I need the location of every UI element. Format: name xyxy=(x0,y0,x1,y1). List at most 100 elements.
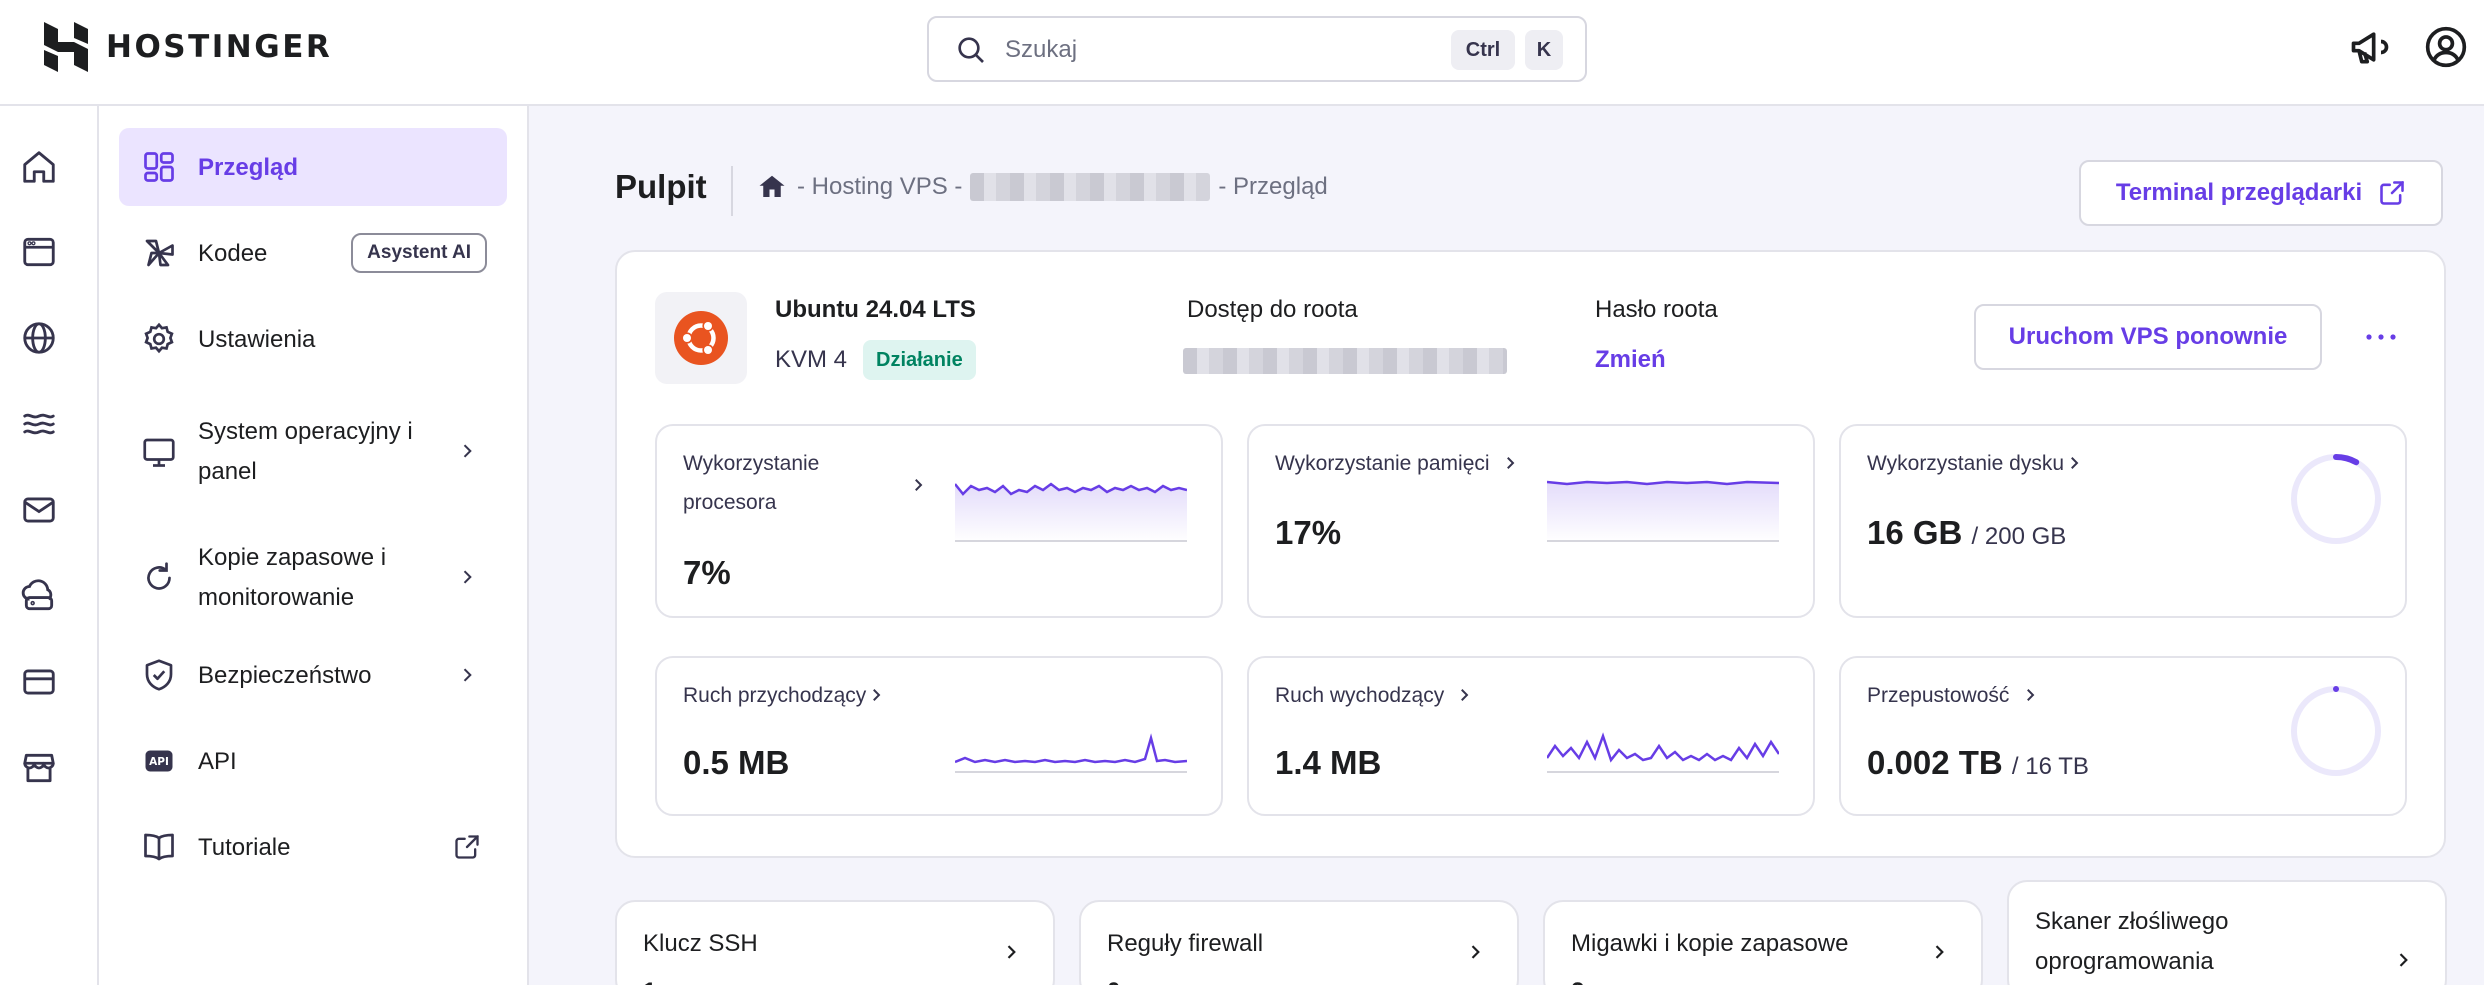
disk-usage-tile[interactable]: Wykorzystanie dysku 16 GB / 200 GB xyxy=(1839,424,2407,618)
refresh-icon xyxy=(147,562,171,590)
breadcrumb: - Hosting VPS - - Przegląd xyxy=(757,172,1328,202)
memory-usage-tile[interactable]: Wykorzystanie pamięci 17% xyxy=(1247,424,1815,618)
change-password-link[interactable]: Zmień xyxy=(1595,346,1666,374)
kbd-ctrl: Ctrl xyxy=(1451,30,1515,70)
chevron-right-icon xyxy=(915,479,923,491)
incoming-traffic-value: 0.5 MB xyxy=(683,744,790,781)
menu-item-overview[interactable]: Przegląd xyxy=(119,128,507,206)
cpu-usage-label-line2: procesora xyxy=(683,491,777,514)
outgoing-traffic-label: Ruch wychodzący xyxy=(1275,684,1445,707)
firewall-rules-count: 0 xyxy=(1107,978,1120,985)
dashboard-grid-icon xyxy=(144,152,174,182)
home-icon[interactable] xyxy=(757,172,787,202)
kbd-k: K xyxy=(1525,30,1563,70)
disk-usage-value: 16 GB xyxy=(1867,514,1963,551)
menu-label-os-line1: System operacyjny i xyxy=(198,418,413,445)
email-icon[interactable] xyxy=(20,491,58,529)
incoming-traffic-tile[interactable]: Ruch przychodzący 0.5 MB xyxy=(655,656,1223,816)
hostinger-logo[interactable]: HOSTINGER xyxy=(44,22,332,72)
top-bar: HOSTINGER Szukaj Ctrl K xyxy=(0,0,2484,106)
memory-usage-value: 17% xyxy=(1275,514,1342,551)
chevron-right-icon xyxy=(873,689,881,701)
memory-usage-sparkline xyxy=(1547,480,1779,542)
search-icon xyxy=(958,37,984,63)
bandwidth-tile[interactable]: Przepustowość 0.002 TB / 16 TB xyxy=(1839,656,2407,816)
gear-icon xyxy=(144,322,174,354)
website-icon[interactable] xyxy=(20,233,58,271)
firewall-rules-label: Reguły firewall xyxy=(1107,930,1264,957)
menu-label-backups-line1: Kopie zapasowe i xyxy=(198,544,387,571)
breadcrumb-hosting[interactable]: - Hosting VPS - xyxy=(797,173,962,201)
menu-item-os-panel[interactable]: System operacyjny i panel xyxy=(119,396,507,508)
menu-item-settings[interactable]: Ustawienia xyxy=(119,300,507,378)
menu-label-backups-line2: monitorowanie xyxy=(198,584,355,611)
menu-item-tutorials[interactable]: Tutoriale xyxy=(119,808,507,886)
cpu-usage-value: 7% xyxy=(683,554,731,591)
menu-label-kodee: Kodee xyxy=(198,240,268,267)
status-badge: Działanie xyxy=(863,340,976,380)
domain-globe-icon[interactable] xyxy=(20,319,58,357)
store-icon[interactable] xyxy=(20,749,58,787)
chevron-right-icon xyxy=(2071,457,2079,469)
menu-label-security: Bezpieczeństwo xyxy=(198,662,372,689)
vps-overview-card: Ubuntu 24.04 LTS KVM 4 Działanie Dostęp … xyxy=(615,250,2446,858)
firewall-rules-card[interactable]: Reguły firewall 0 xyxy=(1079,900,1519,985)
chevron-right-icon xyxy=(463,444,472,458)
side-menu: Przegląd Kodee Asystent AI Ustawienia Sy… xyxy=(99,106,529,985)
cpu-usage-label-line1: Wykorzystanie xyxy=(683,452,820,475)
chevron-right-icon xyxy=(463,668,472,682)
snapshots-backups-count: 2 xyxy=(1571,978,1584,985)
menu-label-tutorials: Tutoriale xyxy=(198,834,291,861)
menu-item-security[interactable]: Bezpieczeństwo xyxy=(119,636,507,714)
disk-usage-label: Wykorzystanie dysku xyxy=(1867,452,2065,475)
brand-name: HOSTINGER xyxy=(106,29,333,65)
ssh-key-label: Klucz SSH xyxy=(643,930,758,957)
cpu-usage-tile[interactable]: Wykorzystanie procesora 7% xyxy=(655,424,1223,618)
redacted-server-name xyxy=(970,173,1211,201)
billing-card-icon[interactable] xyxy=(20,663,58,701)
hosting-waves-icon[interactable] xyxy=(20,405,58,443)
more-options-icon[interactable] xyxy=(2363,322,2399,352)
os-name: Ubuntu 24.04 LTS xyxy=(775,296,976,323)
bandwidth-value: 0.002 TB xyxy=(1867,744,2003,781)
ssh-key-card[interactable]: Klucz SSH 1 xyxy=(615,900,1055,985)
outgoing-traffic-tile[interactable]: Ruch wychodzący 1.4 MB xyxy=(1247,656,1815,816)
menu-item-kodee[interactable]: Kodee Asystent AI xyxy=(119,214,507,292)
malware-scanner-card[interactable]: Skaner złośliwego oprogramowania xyxy=(2007,880,2447,985)
book-icon xyxy=(144,833,174,861)
menu-label-overview: Przegląd xyxy=(198,154,299,181)
browser-terminal-button[interactable]: Terminal przeglądarki xyxy=(2079,160,2443,226)
main-content: Pulpit - Hosting VPS - - Przegląd Termin… xyxy=(531,106,2484,985)
ssh-key-count: 1 xyxy=(643,978,656,985)
breadcrumb-overview: - Przegląd xyxy=(1218,173,1328,200)
title-divider xyxy=(731,166,733,216)
menu-item-api[interactable]: API API xyxy=(119,722,507,800)
bandwidth-label: Przepustowość xyxy=(1867,684,2010,707)
redacted-root-access xyxy=(1183,348,1507,374)
menu-label-api: API xyxy=(198,748,237,775)
outgoing-traffic-sparkline xyxy=(1547,732,1779,773)
external-link-icon xyxy=(455,835,479,859)
root-password-label: Hasło roota xyxy=(1595,296,1718,323)
megaphone-icon[interactable] xyxy=(2348,25,2392,69)
search-box[interactable]: Szukaj Ctrl K xyxy=(927,16,1587,82)
disk-usage-ring xyxy=(2291,454,2381,544)
restart-vps-button[interactable]: Uruchom VPS ponownie xyxy=(1974,304,2322,370)
disk-usage-total: / 200 GB xyxy=(1971,523,2067,550)
kodee-star-icon xyxy=(145,239,174,267)
malware-scanner-label-line2: oprogramowania xyxy=(2035,948,2214,975)
chevron-right-icon xyxy=(1507,457,1515,469)
disk-usage-value-wrap: 16 GB / 200 GB xyxy=(1867,514,2066,552)
home-icon[interactable] xyxy=(20,148,58,186)
browser-terminal-label: Terminal przeglądarki xyxy=(2115,179,2363,206)
search-placeholder: Szukaj xyxy=(1005,36,1078,63)
external-link-icon xyxy=(2380,181,2404,205)
chevron-right-icon xyxy=(1461,689,1469,701)
snapshots-backups-card[interactable]: Migawki i kopie zapasowe 2 xyxy=(1543,900,1983,985)
chevron-right-icon xyxy=(1935,945,1944,959)
cloud-server-icon[interactable] xyxy=(20,577,58,615)
account-icon[interactable] xyxy=(2424,25,2468,69)
api-icon: API xyxy=(145,750,173,772)
menu-label-settings: Ustawienia xyxy=(198,326,316,353)
menu-item-backups[interactable]: Kopie zapasowe i monitorowanie xyxy=(119,522,507,634)
